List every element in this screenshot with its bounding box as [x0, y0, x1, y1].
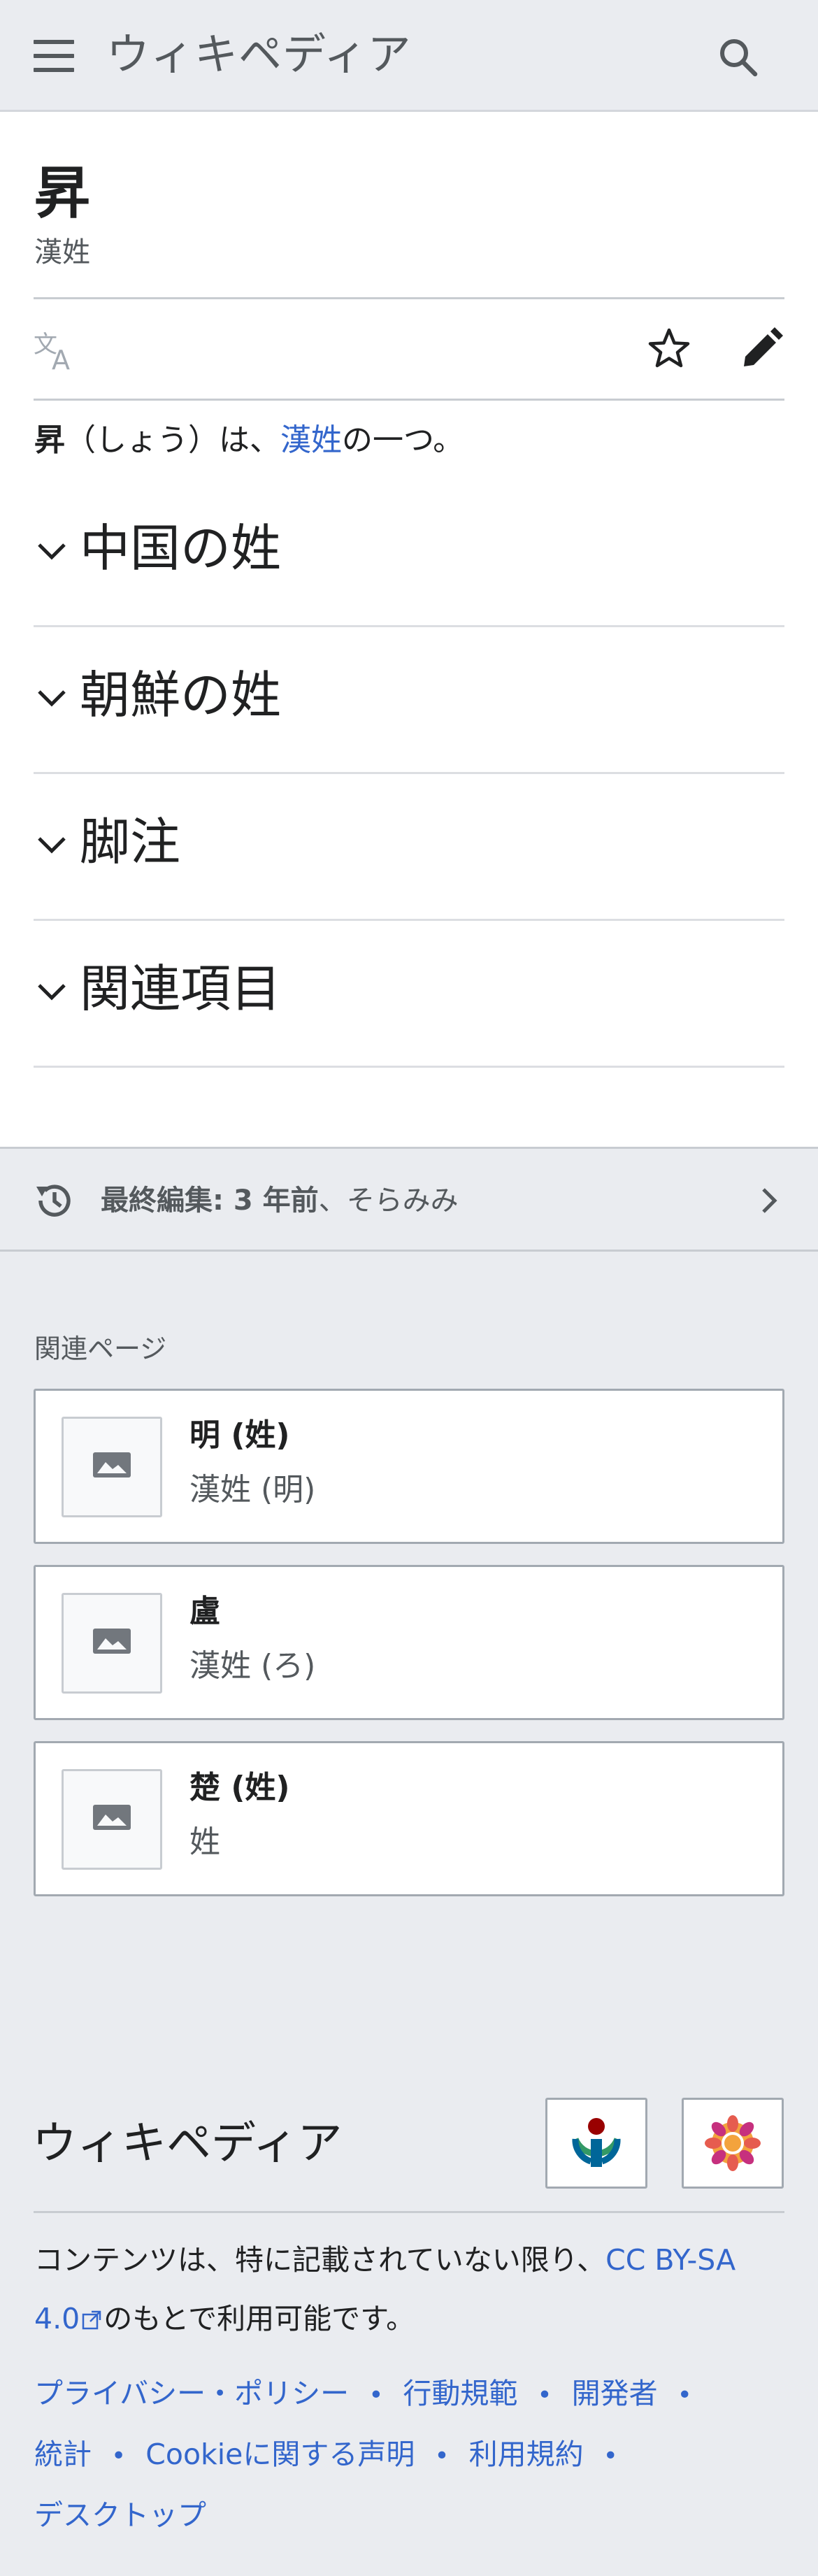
section-title: 中国の姓 — [80, 519, 282, 578]
site-wordmark[interactable]: ウィキペディア — [106, 27, 412, 83]
lead-rest: の一つ。 — [342, 422, 464, 458]
footer-link-desktop[interactable]: デスクトップ — [34, 2498, 206, 2532]
related-pages-heading: 関連ページ — [34, 1333, 167, 1364]
image-placeholder-icon — [93, 1629, 131, 1654]
related-card[interactable]: 盧 漢姓 (ろ) — [34, 1565, 784, 1720]
section-korea-surname[interactable]: 朝鮮の姓 — [34, 627, 784, 774]
thumbnail-placeholder — [62, 1593, 162, 1694]
wikimedia-logo-icon — [572, 2118, 621, 2167]
svg-text:A: A — [52, 345, 70, 371]
related-card[interactable]: 明 (姓) 漢姓 (明) — [34, 1389, 784, 1544]
chevron-down-icon — [38, 837, 66, 854]
page-title: 昇 — [34, 160, 90, 226]
actions-divider — [34, 399, 784, 401]
history-clock-icon — [36, 1185, 71, 1217]
star-watch-icon[interactable] — [646, 326, 692, 372]
last-edited-text: 最終編集: 3 年前、そらみみ — [101, 1185, 459, 1217]
last-edited-user: そらみみ — [346, 1185, 459, 1217]
lead-paragraph: 昇（しょう）は、漢姓の一つ。 — [34, 420, 464, 461]
title-divider — [34, 297, 784, 299]
hamburger-menu-icon[interactable] — [34, 40, 74, 72]
section-footnotes[interactable]: 脚注 — [34, 774, 784, 921]
lead-link-kansei[interactable]: 漢姓 — [280, 422, 342, 458]
mediawiki-badge[interactable] — [682, 2098, 784, 2189]
license-notice: コンテンツは、特に記載されていない限り、CC BY-SA 4.0 のもとで利用可能… — [34, 2243, 736, 2335]
section-related-items[interactable]: 関連項目 — [34, 921, 784, 1068]
footer-divider — [34, 2211, 784, 2213]
related-card-description: 漢姓 (ろ) — [189, 1648, 316, 1684]
footer-link-terms-of-use[interactable]: 利用規約 — [469, 2438, 584, 2471]
page-subtitle: 漢姓 — [34, 236, 90, 269]
last-edited-label: 最終編集: 3 年前 — [101, 1185, 319, 1217]
mediawiki-sunflower-icon — [705, 2115, 761, 2171]
chevron-down-icon — [38, 543, 66, 560]
footer-links: プライバシー・ポリシー • 行動規範 • 開発者 • 統計 • Cookieに関する声明 • 利用規… — [34, 2377, 692, 2532]
section-china-surname[interactable]: 中国の姓 — [34, 480, 784, 627]
image-placeholder-icon — [93, 1452, 131, 1477]
lead-reading: （しょう）は、 — [65, 422, 280, 458]
related-card-description: 漢姓 (明) — [189, 1472, 316, 1508]
lead-term: 昇 — [34, 422, 65, 458]
related-card-title: 楚 (姓) — [189, 1770, 290, 1805]
related-card-title: 盧 — [189, 1594, 220, 1629]
article-content: 昇 漢姓 文 A 昇（しょう）は、漢姓の一つ。 中国の姓 朝鮮の姓 脚注 関連項… — [0, 112, 818, 1147]
external-link-icon — [82, 2310, 101, 2330]
section-title: 朝鮮の姓 — [80, 666, 282, 724]
footer-link-privacy[interactable]: プライバシー・ポリシー — [34, 2377, 349, 2410]
related-card-description: 姓 — [189, 1824, 220, 1860]
related-card-title: 明 (姓) — [189, 1417, 290, 1453]
chevron-down-icon — [38, 690, 66, 707]
chevron-right-icon — [762, 1188, 777, 1213]
footer-wordmark: ウィキペディア — [32, 2118, 343, 2170]
top-header: ウィキペディア — [0, 0, 818, 112]
section-title: 関連項目 — [80, 959, 282, 1018]
last-edited-bar[interactable]: 最終編集: 3 年前、そらみみ — [0, 1147, 818, 1252]
related-card[interactable]: 楚 (姓) 姓 — [34, 1741, 784, 1896]
section-title: 脚注 — [80, 813, 181, 871]
chevron-down-icon — [38, 984, 66, 1001]
footer-link-developers[interactable]: 開発者 — [572, 2377, 658, 2410]
thumbnail-placeholder — [62, 1769, 162, 1870]
wikimedia-foundation-badge[interactable] — [545, 2098, 647, 2189]
search-icon[interactable] — [716, 35, 761, 80]
edit-pencil-icon[interactable] — [740, 327, 783, 371]
thumbnail-placeholder — [62, 1417, 162, 1517]
footer-link-code-of-conduct[interactable]: 行動規範 — [403, 2377, 517, 2410]
footer-link-statistics[interactable]: 統計 — [34, 2438, 92, 2471]
footer-link-cookie-statement[interactable]: Cookieに関する声明 — [145, 2438, 415, 2471]
image-placeholder-icon — [93, 1805, 131, 1830]
language-icon[interactable]: 文 A — [34, 327, 77, 371]
